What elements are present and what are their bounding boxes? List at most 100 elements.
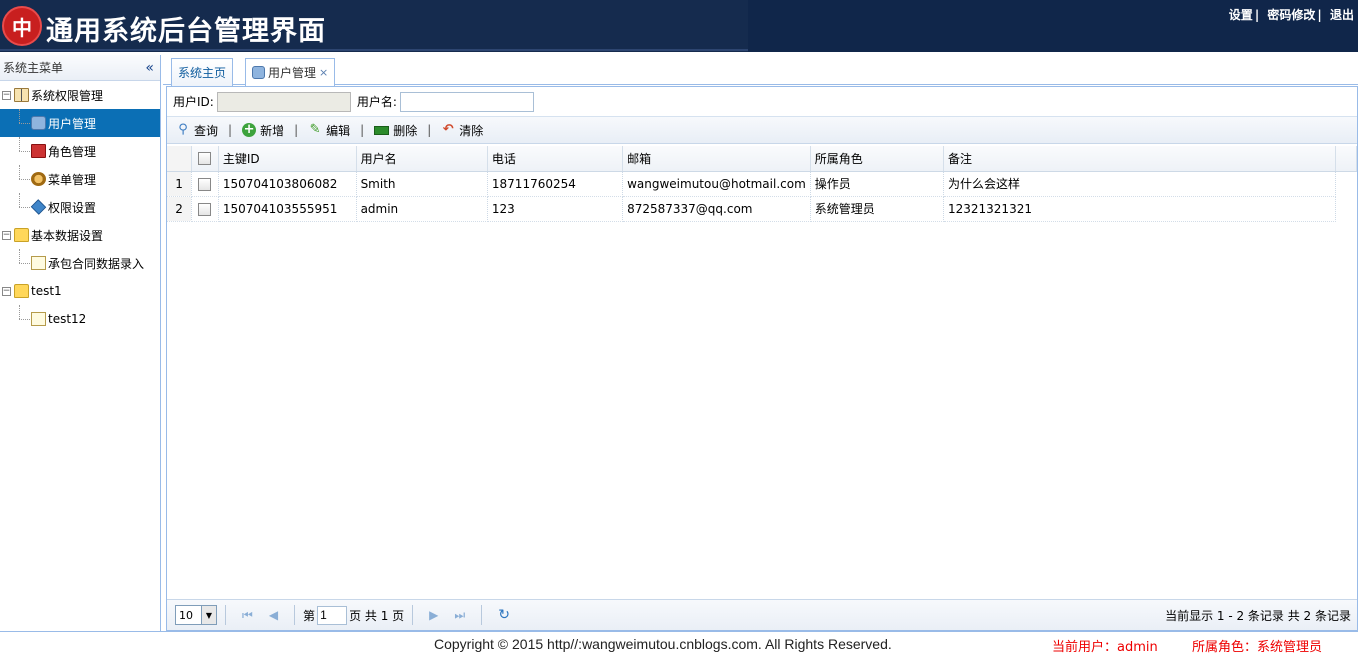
header-divider bbox=[0, 49, 748, 51]
toolbar-separator: | bbox=[360, 123, 365, 137]
tree-node-label: 菜单管理 bbox=[48, 172, 97, 187]
add-button[interactable]: + 新增 bbox=[242, 122, 284, 139]
column-header-email[interactable]: 邮箱 bbox=[622, 146, 811, 172]
tree-node-system-permissions[interactable]: − 系统权限管理 bbox=[0, 81, 160, 109]
main-area: 系统主页 用户管理 × 用户ID: 用户名: ⚲ 查询 | + 新增 | ✎ 编… bbox=[163, 55, 1358, 631]
pager-separator bbox=[481, 605, 483, 625]
row-spacer bbox=[1335, 196, 1357, 221]
cell-phone: 123 bbox=[487, 196, 624, 222]
link-separator: | bbox=[1254, 8, 1260, 22]
logo-icon: 中 bbox=[2, 6, 42, 46]
query-button[interactable]: ⚲ 查询 bbox=[176, 122, 218, 139]
link-separator: | bbox=[1317, 8, 1322, 22]
user-id-input[interactable] bbox=[216, 91, 351, 112]
menu-icon bbox=[31, 172, 46, 186]
user-id-label: 用户ID: bbox=[173, 95, 214, 109]
change-password-link[interactable]: 密码修改 bbox=[1267, 8, 1315, 22]
app-header: 中 通用系统后台管理界面 设置 | 密码修改 | 退出 bbox=[0, 0, 1358, 52]
edit-button[interactable]: ✎ 编辑 bbox=[308, 122, 350, 139]
column-header-role[interactable]: 所属角色 bbox=[810, 146, 944, 172]
tree-node-role-management[interactable]: 角色管理 bbox=[0, 137, 160, 165]
book-icon bbox=[14, 88, 29, 102]
toolbar-separator: | bbox=[228, 123, 233, 137]
tree-node-menu-management[interactable]: 菜单管理 bbox=[0, 165, 160, 193]
column-header-username[interactable]: 用户名 bbox=[356, 146, 488, 172]
delete-label: 删除 bbox=[393, 123, 418, 138]
column-header-phone[interactable]: 电话 bbox=[487, 146, 624, 172]
refresh-icon[interactable]: ↻ bbox=[498, 607, 510, 623]
permission-icon bbox=[30, 199, 47, 215]
pencil-icon: ✎ bbox=[309, 122, 321, 137]
collapse-toggle-icon[interactable]: − bbox=[2, 90, 11, 100]
user-table: 主键ID 用户名 电话 邮箱 所属角色 备注 1 150704103806082 bbox=[167, 146, 1357, 222]
column-header-id[interactable]: 主键ID bbox=[218, 146, 357, 172]
select-all-checkbox[interactable] bbox=[198, 152, 212, 166]
tab-label: 用户管理 bbox=[268, 66, 317, 80]
row-checkbox[interactable] bbox=[198, 202, 212, 216]
document-icon bbox=[31, 312, 46, 326]
chevron-down-icon[interactable]: ▼ bbox=[201, 606, 216, 624]
double-chevron-left-icon[interactable]: « bbox=[145, 60, 154, 76]
collapse-toggle-icon[interactable]: − bbox=[2, 286, 11, 296]
delete-button[interactable]: 删除 bbox=[374, 122, 417, 139]
table-row[interactable]: 2 150704103555951 admin 123 872587337@qq… bbox=[167, 196, 1357, 222]
row-number: 1 bbox=[167, 171, 193, 197]
logout-link[interactable]: 退出 bbox=[1330, 8, 1354, 22]
tree-node-basic-data[interactable]: − 基本数据设置 bbox=[0, 221, 160, 249]
row-number: 2 bbox=[167, 196, 193, 222]
tree-node-label: test1 bbox=[31, 284, 62, 298]
sidebar-title: 系统主菜单 bbox=[3, 61, 64, 75]
cell-id: 150704103806082 bbox=[218, 171, 357, 197]
pagination-bar: 10 ▼ ⏮ ◀ 第 页 共 1 页 ▶ ⏭ ↻ 当前显示 1 - 2 条记录 … bbox=[167, 599, 1357, 630]
tab-home[interactable]: 系统主页 bbox=[171, 58, 234, 86]
tree-node-permission-settings[interactable]: 权限设置 bbox=[0, 193, 160, 221]
clear-button[interactable]: ↶ 清除 bbox=[441, 122, 483, 139]
tree-node-user-management[interactable]: 用户管理 bbox=[0, 109, 160, 137]
tree-node-label: 权限设置 bbox=[48, 200, 97, 215]
tree-node-label: 承包合同数据录入 bbox=[48, 256, 145, 271]
tree-node-test1[interactable]: − test1 bbox=[0, 277, 160, 305]
tree-node-label: 基本数据设置 bbox=[31, 228, 104, 243]
select-all-header bbox=[191, 146, 219, 172]
role-icon bbox=[31, 144, 46, 158]
page-size-select[interactable]: 10 ▼ bbox=[175, 605, 217, 625]
undo-icon: ↶ bbox=[442, 122, 454, 137]
page-number-input[interactable] bbox=[317, 605, 348, 625]
close-icon[interactable]: × bbox=[319, 66, 328, 79]
user-icon bbox=[252, 66, 265, 79]
delete-icon bbox=[374, 125, 390, 135]
tab-strip: 系统主页 用户管理 × bbox=[163, 55, 1358, 86]
search-icon: ⚲ bbox=[178, 122, 188, 137]
copyright-text: Copyright © 2015 http//:wangweimutou.cnb… bbox=[434, 636, 892, 652]
prev-page-icon[interactable]: ◀ bbox=[269, 608, 278, 622]
tree-node-test12[interactable]: test12 bbox=[0, 305, 160, 333]
grid-toolbar: ⚲ 查询 | + 新增 | ✎ 编辑 | 删除 | ↶ 清除 bbox=[167, 117, 1357, 144]
settings-link[interactable]: 设置 bbox=[1229, 8, 1253, 22]
last-page-icon[interactable]: ⏭ bbox=[454, 608, 465, 623]
tab-user-management[interactable]: 用户管理 × bbox=[245, 58, 336, 86]
row-select-cell bbox=[191, 196, 219, 222]
first-page-icon[interactable]: ⏮ bbox=[242, 608, 253, 623]
row-checkbox[interactable] bbox=[198, 177, 212, 191]
page-size-value: 10 bbox=[179, 608, 193, 622]
user-icon bbox=[31, 116, 46, 130]
username-input[interactable] bbox=[399, 91, 534, 112]
tree-node-label: 系统权限管理 bbox=[31, 88, 104, 103]
collapse-toggle-icon[interactable]: − bbox=[2, 230, 11, 240]
table-row[interactable]: 1 150704103806082 Smith 18711760254 wang… bbox=[167, 171, 1357, 197]
folder-icon bbox=[14, 284, 29, 298]
cell-username: Smith bbox=[356, 171, 488, 197]
cell-email: wangweimutou@hotmail.com bbox=[622, 171, 811, 197]
column-header-remark[interactable]: 备注 bbox=[943, 146, 1337, 172]
tree-node-contract-entry[interactable]: 承包合同数据录入 bbox=[0, 249, 160, 277]
tree-node-label: 用户管理 bbox=[48, 116, 97, 131]
next-page-icon[interactable]: ▶ bbox=[429, 608, 438, 622]
sidebar-header: 系统主菜单 « bbox=[0, 55, 160, 81]
toolbar-separator: | bbox=[294, 123, 299, 137]
user-management-panel: 用户ID: 用户名: ⚲ 查询 | + 新增 | ✎ 编辑 | 删除 | ↶ 清… bbox=[166, 86, 1358, 631]
pager-info: 当前显示 1 - 2 条记录 共 2 条记录 bbox=[1165, 608, 1351, 623]
pager-separator bbox=[294, 605, 296, 625]
row-spacer bbox=[1335, 171, 1357, 196]
page-suffix: 页 共 1 页 bbox=[349, 608, 405, 623]
edit-label: 编辑 bbox=[326, 123, 351, 138]
